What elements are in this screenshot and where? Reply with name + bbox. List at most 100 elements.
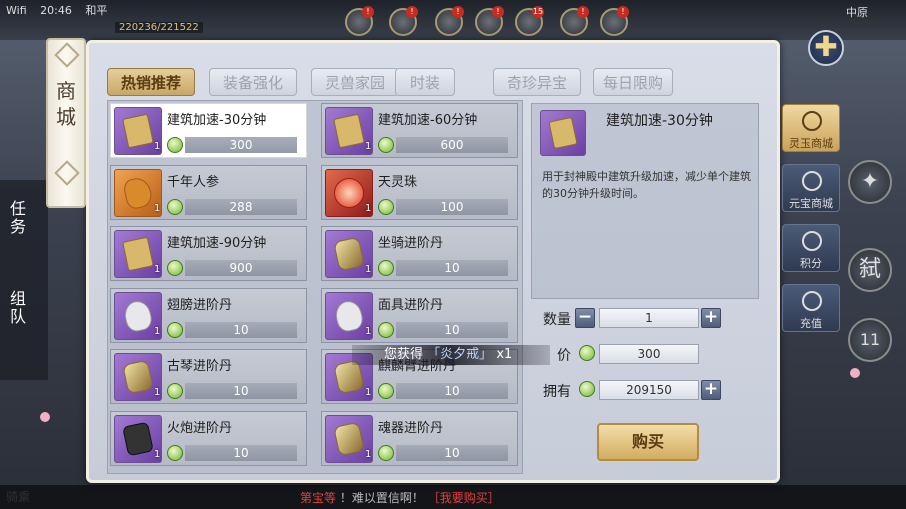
jade-coin-icon [378,383,394,400]
item-stack-count: 1 [365,449,372,460]
chat-bar[interactable]: 第宝等 ！难以置信啊！ ［我要购买］ [0,485,906,509]
shop-item[interactable]: 1 翅膀进阶丹 10 [110,287,307,343]
status-bar: Wifi 20:46 和平 [6,2,117,18]
item-stack-count: 1 [154,202,161,214]
ingot-icon [802,171,822,191]
jade-coin-icon [579,381,595,397]
server-label: 和平 [85,4,108,17]
notification-badge: ! [406,6,418,18]
hud-function-icon[interactable]: ! [560,6,589,36]
item-price: 10 [396,383,508,400]
hud-function-icon[interactable]: ! [435,6,464,36]
shop-category-label: 积分 [800,257,822,270]
detail-item-icon [540,110,586,156]
shop-tab[interactable]: 奇珍异宝 [493,68,581,96]
hud-function-icon[interactable]: 15 [515,6,544,36]
hud-function-icon[interactable]: ! [475,6,504,36]
recharge-plus-button[interactable]: + [701,380,721,400]
decrease-quantity-button[interactable]: − [575,308,595,328]
jade-coin-icon [579,345,595,361]
shop-item[interactable]: 1 建筑加速-30分钟 300 [110,103,307,158]
shop-item[interactable]: 1 建筑加速-90分钟 900 [110,226,307,282]
shop-category-tab[interactable]: 元宝商城 [782,164,840,212]
item-stack-count: 1 [154,325,161,337]
price-label: 价 [557,348,571,364]
notification-badge: ! [617,6,629,18]
top-hud: Wifi 20:46 和平 220236/221522 !!!! 15!! 中原 [0,0,906,40]
shop-category-label: 灵玉商城 [789,137,833,150]
item-name: 魂器进阶丹 [378,421,444,436]
shop-item[interactable]: 1 火炮进阶丹 10 [110,411,307,466]
item-price: 10 [396,321,508,338]
shop-item[interactable]: 1 面具进阶丹 10 [321,287,518,343]
chat-message: ！难以置信啊！ [339,491,424,505]
shop-panel: 热销推荐 装备强化 灵兽家园 时装 奇珍异宝 每日限购 1 建筑加速-30分钟 300 1 建筑加… [86,40,780,483]
total-price-field: 300 [599,344,699,364]
item-name: 建筑加速-30分钟 [167,113,267,128]
item-name: 坐骑进阶丹 [378,236,444,252]
shop-title-scroll: 商城 [46,38,86,208]
hud-function-icon[interactable]: ! [389,6,418,36]
item-price: 600 [396,137,508,153]
hud-function-icon[interactable]: ! [600,6,629,36]
jade-coin-icon [167,137,183,153]
jade-coin-icon [378,260,394,277]
item-stack-count: 1 [365,264,372,276]
shop-tab[interactable]: 热销推荐 [107,68,195,96]
map-name: 中原 [846,6,868,19]
shop-item[interactable]: 1 坐骑进阶丹 10 [321,226,518,282]
left-quest-panel: 任务 组队 [0,180,48,380]
item-name: 建筑加速-60分钟 [378,113,478,128]
wifi-label: Wifi [6,4,27,17]
notification-badge: ! [362,6,374,18]
skill-count-button[interactable]: 11 [848,318,892,362]
item-name: 面具进阶丹 [378,297,444,313]
hud-function-icon[interactable]: ! [345,6,374,36]
item-stack-count: 1 [365,202,372,214]
item-stack-count: 1 [365,141,372,152]
item-name: 翅膀进阶丹 [167,297,233,313]
shop-tab[interactable]: 每日限购 [593,68,673,96]
item-stack-count: 1 [365,325,372,337]
jade-coin-icon [167,445,183,461]
item-grid: 1 建筑加速-30分钟 300 1 建筑加速-60分钟 600 1 千年人参 288 1 天灵珠 10… [107,100,523,474]
chat-link[interactable]: ［我要购买］ [428,491,500,505]
shop-category-label: 元宝商城 [789,197,833,210]
notification-badge: ! [492,6,504,18]
kill-skill-button[interactable]: 弑 [848,248,892,292]
team-tab[interactable]: 组队 [4,290,28,326]
shop-tab[interactable]: 灵兽家园 [311,68,399,96]
shop-item[interactable]: 1 古琴进阶丹 10 [110,349,307,405]
task-tab[interactable]: 任务 [4,200,28,236]
toast-count: x1 [496,347,513,362]
menu-button[interactable]: ✦ [848,160,892,204]
close-icon[interactable]: ✚ [808,30,844,66]
owned-field: 209150 [599,380,699,400]
item-stack-count: 1 [154,264,161,276]
item-price: 10 [185,321,297,338]
shop-tab[interactable]: 装备强化 [209,68,297,96]
shop-item[interactable]: 1 建筑加速-60分钟 600 [321,103,518,158]
notification-badge: 15 [532,6,544,18]
quantity-field[interactable]: 1 [599,308,699,328]
item-name: 千年人参 [167,174,220,190]
increase-quantity-button[interactable]: + [701,308,721,328]
item-price: 288 [185,198,297,215]
item-stack-count: 1 [154,449,161,460]
shop-category-tab[interactable]: 充值 [782,284,840,332]
jade-coin-icon [378,445,394,461]
shop-tab[interactable]: 时装 [395,68,455,96]
shop-item[interactable]: 1 千年人参 288 [110,164,307,220]
shop-item[interactable]: 1 天灵珠 100 [321,164,518,220]
shop-category-tab[interactable]: 积分 [782,224,840,272]
shop-item[interactable]: 1 魂器进阶丹 10 [321,411,518,466]
pouch-icon [802,231,822,251]
item-detail: 建筑加速-30分钟 用于封神殿中建筑升级加速，减少单个建筑的30分钟升级时间。 [531,103,759,299]
item-price: 10 [396,445,508,461]
buy-button[interactable]: 购买 [597,423,699,461]
chat-prefix: 第宝等 [300,491,337,505]
shop-category-tab[interactable]: 灵玉商城 [782,104,840,152]
item-name: 建筑加速-90分钟 [167,236,267,252]
item-price: 300 [185,137,297,153]
item-price: 100 [396,198,508,215]
